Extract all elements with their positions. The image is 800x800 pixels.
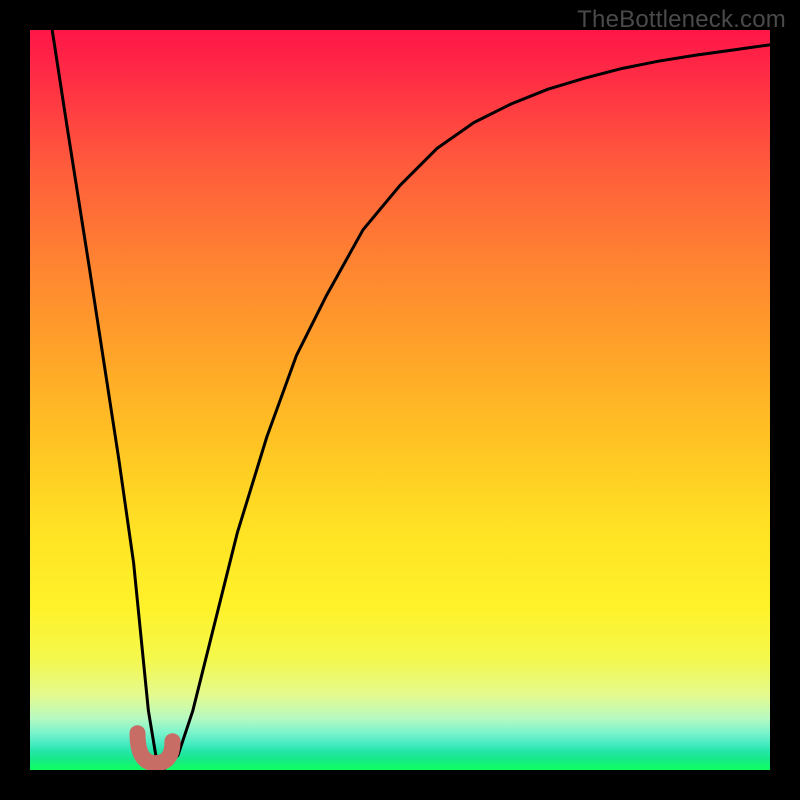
bottleneck-curve: [52, 30, 770, 770]
plot-area: [30, 30, 770, 770]
watermark-text: TheBottleneck.com: [577, 6, 786, 34]
chart-frame: TheBottleneck.com: [0, 0, 800, 800]
curve-layer: [30, 30, 770, 770]
